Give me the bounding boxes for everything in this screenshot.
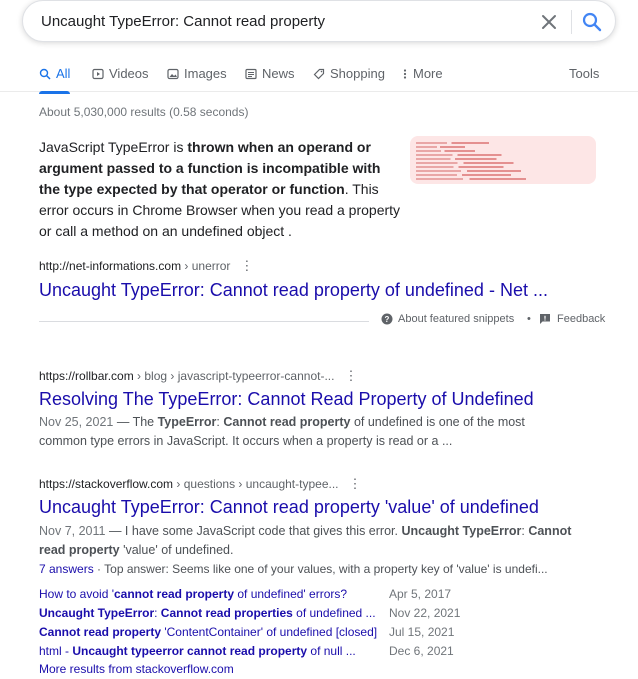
close-icon [542, 15, 556, 29]
search-button[interactable] [579, 9, 605, 35]
cite-path: › questions › uncaught-typee... [173, 477, 339, 491]
divider [39, 321, 369, 322]
tab-news[interactable]: News [245, 66, 295, 81]
tools-label: Tools [569, 66, 600, 81]
desc-part: — I have some JavaScript code that gives… [105, 524, 402, 538]
result-title-link[interactable]: Resolving The TypeError: Cannot Read Pro… [39, 389, 534, 410]
result-description: Nov 7, 2011 — I have some JavaScript cod… [39, 522, 579, 560]
sitelink-row: html - Uncaught typeerror cannot read pr… [39, 644, 469, 662]
sitelink-date: Jul 15, 2021 [389, 625, 455, 639]
search-icon [39, 68, 51, 80]
result-cite: https://rollbar.com › blog › javascript-… [39, 368, 357, 384]
sitelink-date: Nov 22, 2021 [389, 606, 461, 620]
news-icon [245, 68, 257, 79]
search-tabs: All Videos Images News Shopping More Too… [0, 60, 638, 94]
snippet-thumbnail[interactable] [410, 136, 596, 184]
more-options-icon[interactable]: ⋮ [349, 476, 362, 492]
more-options-icon[interactable]: ⋮ [240, 258, 253, 274]
snippet-part: JavaScript TypeError is [39, 139, 188, 155]
sitelink-row: Uncaught TypeError: Cannot read properti… [39, 606, 469, 624]
result-date: Nov 7, 2011 [39, 524, 106, 538]
cite-domain: https://stackoverflow.com [39, 477, 174, 491]
sitelink[interactable]: html - Uncaught typeerror cannot read pr… [39, 644, 356, 658]
tab-all[interactable]: All [39, 66, 71, 94]
image-icon [167, 68, 179, 79]
tab-label: More [413, 66, 443, 81]
sitelink[interactable]: Cannot read property 'ContentContainer' … [39, 625, 377, 639]
more-vert-icon [403, 68, 407, 79]
tab-label: All [56, 66, 71, 81]
search-input[interactable]: Uncaught TypeError: Cannot read property [41, 13, 325, 30]
more-options-icon[interactable]: ⋮ [344, 368, 357, 384]
help-icon: ? [381, 313, 393, 325]
result-date: Nov 25, 2021 [39, 415, 114, 429]
top-answer-text: · Top answer: Seems like one of your val… [93, 562, 548, 576]
result-cite: https://stackoverflow.com › questions › … [39, 476, 362, 492]
bullet-separator: • [527, 313, 531, 325]
feedback-button[interactable]: Feedback [539, 313, 605, 325]
featured-cite: http://net-informations.com › unerror ⋮ [39, 258, 253, 274]
desc-part-bold: TypeError [157, 415, 217, 429]
sitelink-date: Apr 5, 2017 [389, 587, 452, 601]
desc-part-bold: Cannot read property [223, 415, 351, 429]
tools-button[interactable]: Tools [569, 66, 599, 81]
result-stats: About 5,030,000 results (0.58 seconds) [39, 105, 249, 119]
tab-more[interactable]: More [402, 66, 443, 81]
search-icon [582, 12, 602, 32]
clear-search-button[interactable] [537, 10, 561, 34]
cite-path: › unerror [181, 259, 231, 273]
tag-icon [313, 68, 325, 79]
featured-snippet-text: JavaScript TypeError is thrown when an o… [39, 137, 401, 242]
feedback-label: Feedback [557, 313, 606, 325]
sitelink-row: Cannot read property 'ContentContainer' … [39, 625, 469, 643]
result-description: Nov 25, 2021 — The TypeError: Cannot rea… [39, 413, 559, 451]
answers-summary: 7 answers · Top answer: Seems like one o… [39, 562, 548, 576]
tab-videos[interactable]: Videos [92, 66, 149, 81]
about-featured-snippets[interactable]: ? About featured snippets [381, 313, 514, 325]
sitelink[interactable]: How to avoid 'cannot read property of un… [39, 587, 347, 601]
search-box[interactable]: Uncaught TypeError: Cannot read property [22, 0, 616, 42]
tab-shopping[interactable]: Shopping [313, 66, 385, 81]
desc-part: — The [113, 415, 158, 429]
video-icon [92, 68, 104, 79]
featured-title-link[interactable]: Uncaught TypeError: Cannot read property… [39, 280, 548, 301]
sitelink[interactable]: Uncaught TypeError: Cannot read properti… [39, 606, 376, 620]
tab-images[interactable]: Images [167, 66, 227, 81]
cite-path: › blog › javascript-typeerror-cannot-... [133, 369, 335, 383]
desc-part: 'value' of undefined. [119, 543, 234, 557]
tab-label: News [262, 66, 295, 81]
answers-link[interactable]: 7 answers [39, 562, 94, 576]
about-label: About featured snippets [398, 313, 515, 325]
more-results-link[interactable]: More results from stackoverflow.com [39, 662, 234, 676]
search-divider [571, 10, 572, 34]
sitelink-row: How to avoid 'cannot read property of un… [39, 587, 469, 605]
featured-footer: ? About featured snippets • Feedback [39, 313, 605, 329]
tab-label: Images [184, 66, 227, 81]
result-title-link[interactable]: Uncaught TypeError: Cannot read property… [39, 497, 539, 518]
sitelink-date: Dec 6, 2021 [389, 644, 454, 658]
cite-domain: https://rollbar.com [39, 369, 134, 383]
svg-text:?: ? [385, 315, 390, 324]
desc-part-bold: Uncaught TypeError [401, 524, 522, 538]
tab-label: Shopping [330, 66, 385, 81]
feedback-icon [540, 314, 550, 324]
cite-domain: http://net-informations.com [39, 259, 182, 273]
tab-label: Videos [109, 66, 149, 81]
